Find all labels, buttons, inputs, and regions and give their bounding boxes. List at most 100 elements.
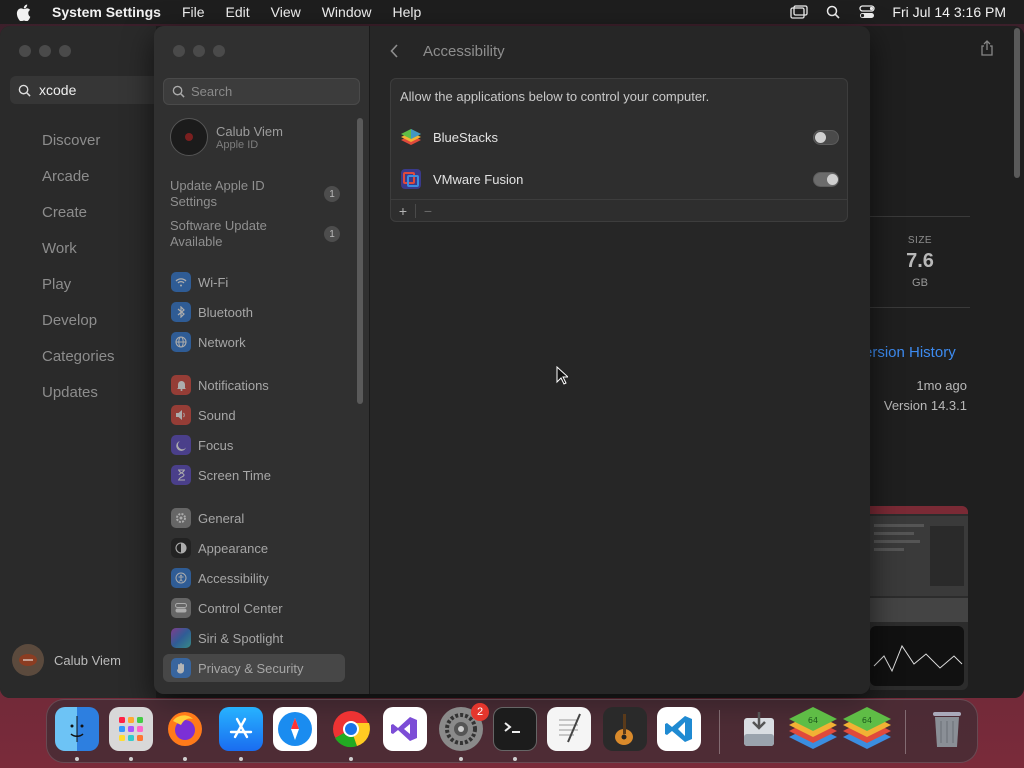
- apple-menu-icon[interactable]: [16, 4, 38, 21]
- notice-badge: 1: [324, 226, 340, 242]
- help-menu[interactable]: Help: [393, 4, 422, 20]
- nav-updates[interactable]: Updates: [42, 382, 115, 418]
- bluetooth-icon: [171, 302, 191, 322]
- downloads-icon[interactable]: [737, 707, 781, 751]
- share-icon[interactable]: [980, 40, 994, 61]
- settings-minimize-button[interactable]: [193, 45, 205, 57]
- garageband-icon[interactable]: [603, 707, 647, 751]
- control-center-icon[interactable]: [856, 4, 878, 20]
- sidebar-item-general[interactable]: General: [163, 504, 345, 532]
- back-chevron-icon[interactable]: [390, 44, 406, 58]
- zoom-button[interactable]: [59, 45, 71, 57]
- size-label: SIZE: [907, 235, 933, 246]
- sidebar-item-sound[interactable]: Sound: [163, 401, 345, 429]
- edit-menu[interactable]: Edit: [226, 4, 250, 20]
- window-menu[interactable]: Window: [322, 4, 372, 20]
- sidebar-item-notifications[interactable]: Notifications: [163, 371, 345, 399]
- sidebar-item-focus[interactable]: Focus: [163, 431, 345, 459]
- visual-studio-icon[interactable]: [383, 707, 427, 751]
- search-icon: [18, 84, 31, 97]
- app-store-scrollbar[interactable]: [1014, 28, 1020, 178]
- menu-clock[interactable]: Fri Jul 14 3:16 PM: [892, 4, 1006, 20]
- sidebar-item-appearance[interactable]: Appearance: [163, 534, 345, 562]
- dock: 2 64 64: [46, 699, 978, 763]
- sidebar-item-label: Network: [198, 334, 246, 350]
- view-menu[interactable]: View: [271, 4, 301, 20]
- apple-id-account[interactable]: Calub Viem Apple ID: [170, 118, 283, 156]
- settings-content: Accessibility Allow the applications bel…: [370, 26, 870, 694]
- nav-arcade[interactable]: Arcade: [42, 166, 115, 202]
- bluestacks-icon: [399, 125, 423, 149]
- bluestacks-x-icon[interactable]: 64: [841, 703, 893, 755]
- notice-label: Update Apple ID Settings: [170, 178, 265, 209]
- settings-sidebar: Search Calub Viem Apple ID Update Apple …: [154, 26, 370, 694]
- file-menu[interactable]: File: [182, 4, 205, 20]
- update-apple-id-notice[interactable]: Update Apple ID Settings 1: [170, 178, 340, 210]
- app-store-search-field[interactable]: xcode: [10, 76, 160, 104]
- size-info: SIZE 7.6 GB: [870, 216, 970, 308]
- list-item: VMware Fusion: [399, 163, 839, 195]
- chrome-icon[interactable]: [329, 707, 373, 751]
- sidebar-item-control-center[interactable]: Control Center: [163, 594, 345, 622]
- app-name-menu[interactable]: System Settings: [52, 4, 161, 20]
- avatar: [12, 644, 44, 676]
- running-indicator: [349, 757, 353, 761]
- settings-close-button[interactable]: [173, 45, 185, 57]
- minimize-button[interactable]: [39, 45, 51, 57]
- add-app-button[interactable]: +: [391, 203, 415, 219]
- app-store-icon[interactable]: [219, 707, 263, 751]
- sidebar-item-accessibility[interactable]: Accessibility: [163, 564, 345, 592]
- size-unit: GB: [912, 277, 928, 289]
- settings-search-field[interactable]: Search: [163, 78, 360, 105]
- search-placeholder: Search: [191, 84, 233, 99]
- account-subtitle: Apple ID: [216, 138, 259, 151]
- remove-app-button[interactable]: −: [416, 203, 440, 219]
- textedit-icon[interactable]: [547, 707, 591, 751]
- terminal-icon[interactable]: [493, 707, 537, 751]
- list-actions: + −: [391, 199, 847, 221]
- sidebar-item-privacy-security[interactable]: Privacy & Security: [163, 654, 345, 682]
- notification-badge: 2: [471, 703, 489, 721]
- sidebar-item-label: Bluetooth: [198, 304, 253, 320]
- app-store-account[interactable]: Calub Viem: [12, 644, 121, 676]
- accessibility-icon: [171, 568, 191, 588]
- privacy-hand-icon: [171, 658, 191, 678]
- sidebar-item-label: Privacy & Security: [198, 660, 304, 676]
- nav-categories[interactable]: Categories: [42, 346, 115, 382]
- sidebar-item-wifi[interactable]: Wi-Fi: [163, 268, 345, 296]
- launchpad-icon[interactable]: [109, 707, 153, 751]
- close-button[interactable]: [19, 45, 31, 57]
- version-history-link[interactable]: ersion History: [864, 344, 974, 361]
- finder-icon[interactable]: [55, 707, 99, 751]
- list-description: Allow the applications below to control …: [400, 89, 710, 104]
- system-settings-window: Search Calub Viem Apple ID Update Apple …: [154, 26, 870, 694]
- trash-icon[interactable]: [925, 707, 969, 751]
- bluestacks-icon[interactable]: 64: [787, 703, 839, 755]
- nav-play[interactable]: Play: [42, 274, 115, 310]
- sidebar-scrollbar[interactable]: [357, 118, 363, 404]
- screen-mirroring-icon[interactable]: [788, 4, 810, 20]
- sidebar-item-bluetooth[interactable]: Bluetooth: [163, 298, 345, 326]
- sidebar-item-label: Siri & Spotlight: [198, 630, 284, 646]
- sidebar-item-label: Sound: [198, 407, 236, 423]
- bluestacks-toggle[interactable]: [813, 129, 839, 145]
- app-name: BlueStacks: [433, 129, 499, 145]
- safari-icon[interactable]: [273, 707, 317, 751]
- app-store-nav: Discover Arcade Create Work Play Develop…: [42, 130, 115, 418]
- vmware-fusion-toggle[interactable]: [813, 171, 839, 187]
- nav-create[interactable]: Create: [42, 202, 115, 238]
- nav-develop[interactable]: Develop: [42, 310, 115, 346]
- sidebar-item-siri-spotlight[interactable]: Siri & Spotlight: [163, 624, 345, 652]
- screenshot-preview[interactable]: [870, 506, 968, 690]
- sidebar-item-network[interactable]: Network: [163, 328, 345, 356]
- nav-discover[interactable]: Discover: [42, 130, 115, 166]
- software-update-notice[interactable]: Software Update Available 1: [170, 218, 340, 250]
- nav-work[interactable]: Work: [42, 238, 115, 274]
- vscode-icon[interactable]: [657, 707, 701, 751]
- running-indicator: [459, 757, 463, 761]
- sidebar-item-screen-time[interactable]: Screen Time: [163, 461, 345, 489]
- spotlight-search-icon[interactable]: [822, 4, 844, 20]
- sidebar-item-label: General: [198, 510, 245, 526]
- settings-zoom-button[interactable]: [213, 45, 225, 57]
- firefox-icon[interactable]: [163, 707, 207, 751]
